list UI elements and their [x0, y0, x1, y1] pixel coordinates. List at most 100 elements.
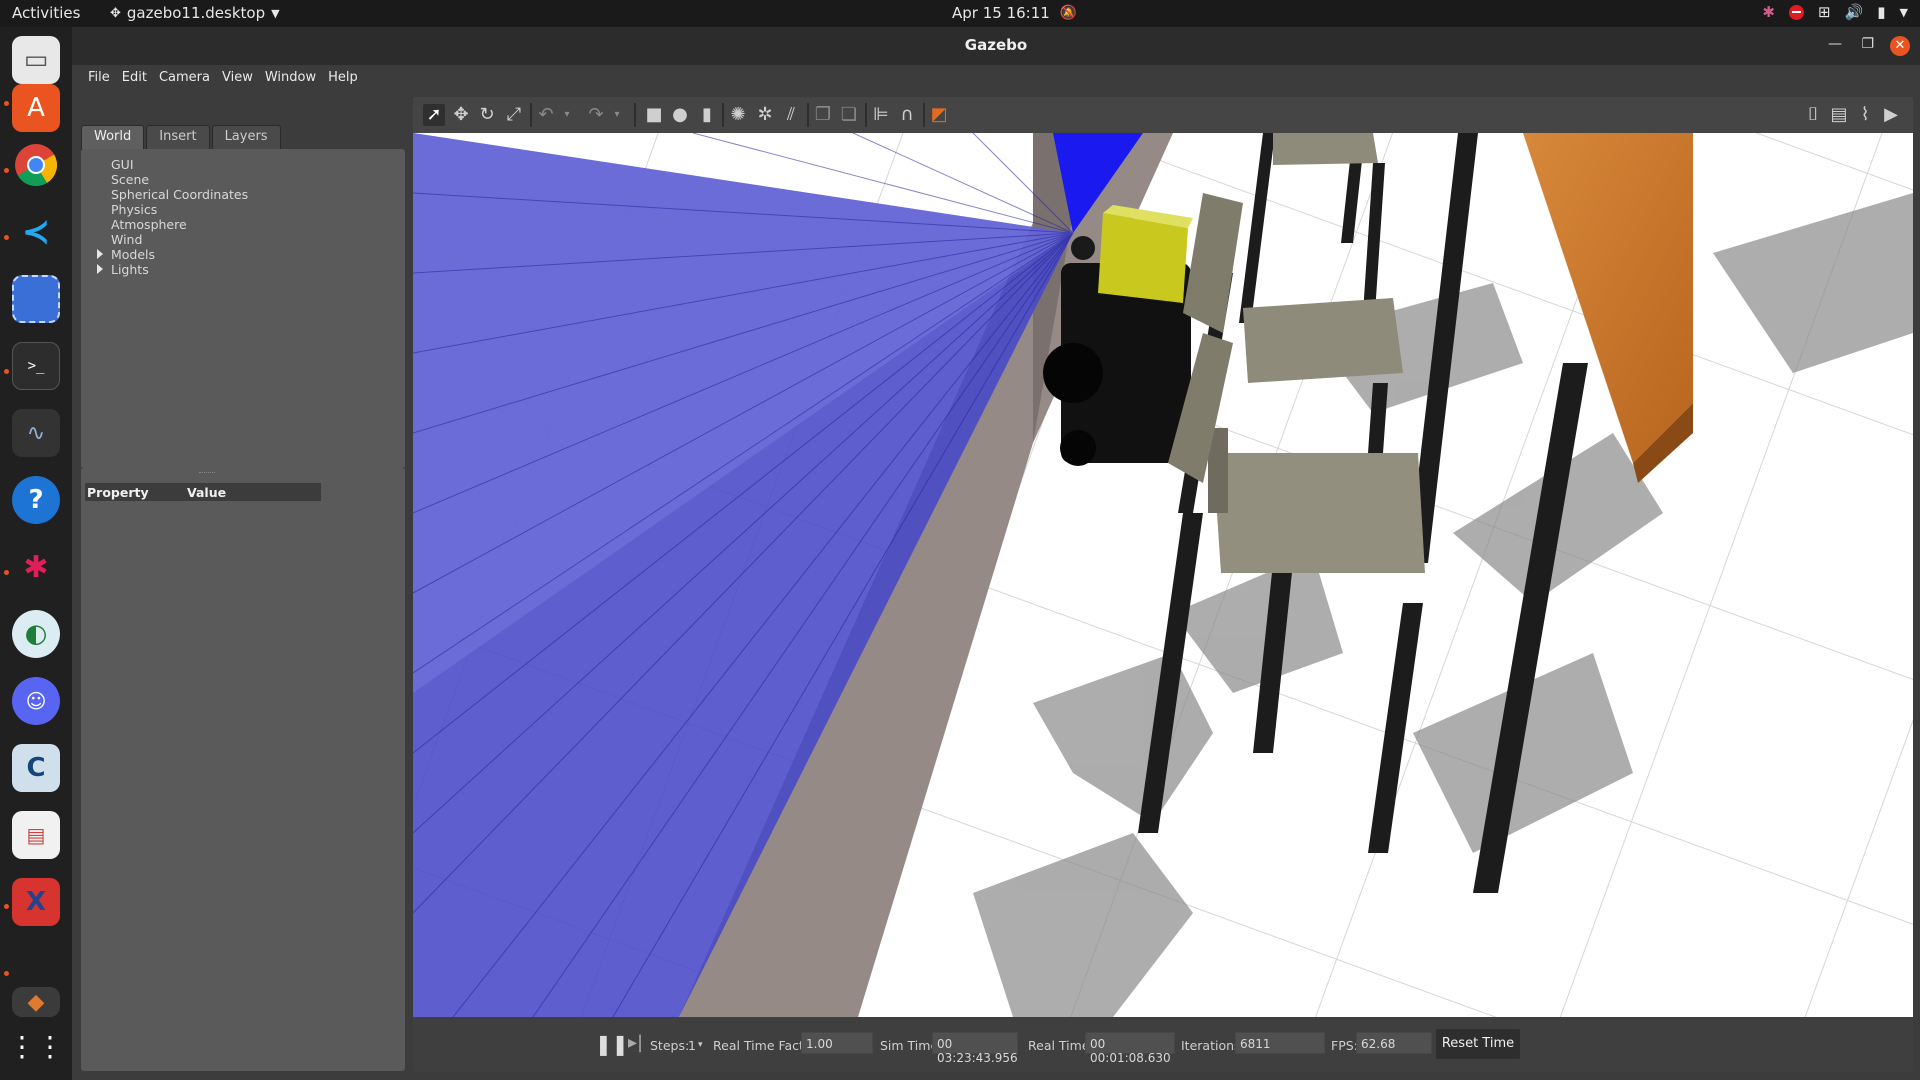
tree-item-label: GUI: [111, 157, 134, 172]
translate-mode-icon[interactable]: ✥: [450, 104, 472, 126]
log-data-icon[interactable]: ▤: [1828, 104, 1850, 126]
system-menu-chevron-icon[interactable]: ▼: [1900, 6, 1908, 19]
software-center-icon[interactable]: A: [12, 84, 60, 132]
tree-item-gui[interactable]: GUI: [81, 157, 405, 172]
expand-arrow-icon[interactable]: [97, 264, 103, 274]
rotate-mode-icon[interactable]: ↻: [476, 104, 498, 126]
menu-edit[interactable]: Edit: [116, 65, 153, 91]
steps-chevron-icon[interactable]: ▾: [698, 1040, 703, 1050]
maximize-icon[interactable]: ❐: [1861, 36, 1874, 52]
terminal-icon[interactable]: >_: [12, 342, 60, 390]
running-indicator: [4, 235, 9, 240]
redo-history-chevron-icon[interactable]: ▾: [606, 104, 628, 126]
menu-view[interactable]: View: [216, 65, 259, 91]
steps-value[interactable]: 1: [688, 1038, 696, 1053]
cylinder-shape-icon[interactable]: ▮: [696, 104, 718, 126]
discord-icon[interactable]: ☺: [12, 677, 60, 725]
world-tree: GUI Scene Spherical Coordinates Physics …: [81, 149, 405, 469]
spot-light-icon[interactable]: ✲: [754, 104, 776, 126]
gazebo-dock-icon[interactable]: ◆: [12, 987, 60, 1017]
undo-icon[interactable]: ↶: [535, 104, 557, 126]
document-viewer-icon[interactable]: ▤: [12, 811, 60, 859]
system-monitor-icon[interactable]: ∿: [12, 409, 60, 457]
tree-item-lights[interactable]: Lights: [81, 262, 405, 277]
menu-help[interactable]: Help: [322, 65, 364, 91]
slack-tray-icon[interactable]: ✱: [1762, 3, 1775, 21]
toolbar-separator: [923, 103, 925, 127]
app-menu-label: gazebo11.desktop: [126, 4, 266, 22]
box-shape-icon[interactable]: ■: [643, 104, 665, 126]
select-mode-icon[interactable]: ➚: [423, 104, 445, 126]
tree-item-physics[interactable]: Physics: [81, 202, 405, 217]
3d-scene-viewport[interactable]: [413, 133, 1913, 1017]
menu-file[interactable]: File: [82, 65, 116, 91]
running-indicator: [4, 904, 9, 909]
menu-camera[interactable]: Camera: [153, 65, 216, 91]
sphere-shape-icon[interactable]: ●: [669, 104, 691, 126]
activities-button[interactable]: Activities: [12, 4, 80, 22]
network-icon[interactable]: ⊞: [1818, 3, 1831, 21]
running-indicator: [4, 101, 9, 106]
paste-icon[interactable]: ❏: [838, 104, 860, 126]
property-table-header: Property Value: [85, 483, 321, 501]
view-angle-icon[interactable]: ◩: [928, 104, 950, 126]
do-not-disturb-icon[interactable]: [1789, 4, 1804, 20]
chrome-icon[interactable]: [12, 141, 60, 189]
screenshot-icon[interactable]: [12, 275, 60, 323]
window-titlebar[interactable]: Gazebo — ❐ ✕: [72, 27, 1920, 65]
pause-icon[interactable]: ❚❚: [595, 1032, 629, 1056]
scale-mode-icon[interactable]: ⤢: [503, 104, 525, 126]
panel-splitter-handle[interactable]: [81, 469, 405, 477]
tree-item-wind[interactable]: Wind: [81, 232, 405, 247]
help-icon[interactable]: ?: [12, 476, 60, 524]
toolbar-separator: [634, 103, 636, 127]
gnome-top-bar: Activities ✥ gazebo11.desktop ▼ Apr 15 1…: [0, 0, 1920, 27]
plot-icon[interactable]: ⌇: [1854, 104, 1876, 126]
system-tray: ✱ ⊞ 🔊 ▮ ▼: [1762, 3, 1908, 21]
minimize-icon[interactable]: —: [1828, 36, 1842, 52]
toolbar-separator: [722, 103, 724, 127]
tab-world[interactable]: World: [81, 125, 145, 149]
step-icon[interactable]: ▸|: [628, 1032, 643, 1053]
battery-icon[interactable]: ▮: [1877, 3, 1885, 21]
expand-arrow-icon[interactable]: [97, 249, 103, 259]
scene-render: [413, 133, 1913, 1017]
tab-layers[interactable]: Layers: [211, 125, 281, 149]
redo-icon[interactable]: ↷: [585, 104, 607, 126]
tree-item-spherical-coordinates[interactable]: Spherical Coordinates: [81, 187, 405, 202]
iterations-field: 6811: [1235, 1032, 1325, 1054]
clock-label: Apr 15 16:11: [952, 4, 1050, 22]
slack-icon[interactable]: ✱: [12, 543, 60, 591]
tree-item-models[interactable]: Models: [81, 247, 405, 262]
directional-light-icon[interactable]: ⫽: [780, 104, 802, 126]
toolbar-separator: [807, 103, 809, 127]
running-indicator: [4, 369, 9, 374]
undo-history-chevron-icon[interactable]: ▾: [556, 104, 578, 126]
app-menu[interactable]: ✥ gazebo11.desktop ▼: [110, 4, 280, 22]
tree-item-atmosphere[interactable]: Atmosphere: [81, 217, 405, 232]
screenshot-icon[interactable]: ⌷: [1802, 104, 1824, 126]
point-light-icon[interactable]: ✺: [727, 104, 749, 126]
align-icon[interactable]: ⊫: [870, 104, 892, 126]
value-column-header: Value: [187, 485, 227, 500]
vscode-icon[interactable]: ≺: [12, 208, 60, 256]
show-applications-icon[interactable]: ⋮⋮: [8, 1022, 64, 1070]
clock[interactable]: Apr 15 16:11 🔕: [952, 4, 1077, 22]
video-record-icon[interactable]: ▶: [1880, 104, 1902, 126]
files-icon[interactable]: ▭: [12, 36, 60, 84]
snap-icon[interactable]: ∩: [896, 104, 918, 126]
close-icon[interactable]: ✕: [1890, 36, 1910, 56]
chevron-down-icon: ▼: [271, 6, 280, 20]
xdot-icon[interactable]: X: [12, 878, 60, 926]
running-indicator: [4, 168, 9, 173]
tree-item-scene[interactable]: Scene: [81, 172, 405, 187]
browser-app-icon[interactable]: ◐: [12, 610, 60, 658]
volume-icon[interactable]: 🔊: [1845, 3, 1864, 21]
copy-icon[interactable]: ❐: [812, 104, 834, 126]
tab-insert[interactable]: Insert: [146, 125, 210, 149]
steps-label: Steps:: [650, 1038, 690, 1053]
open-cpn-icon[interactable]: C: [12, 744, 60, 792]
reset-time-button[interactable]: Reset Time: [1436, 1029, 1520, 1059]
gazebo-app-icon: ✥: [110, 5, 121, 21]
menu-window[interactable]: Window: [259, 65, 322, 91]
